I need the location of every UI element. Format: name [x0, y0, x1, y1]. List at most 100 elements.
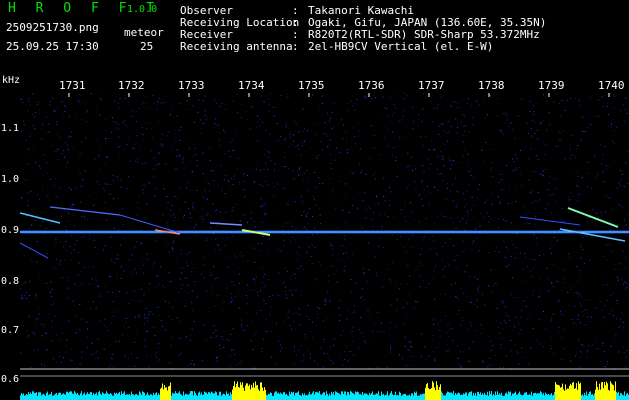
noise-speck: [161, 362, 163, 364]
noise-speck: [231, 235, 233, 237]
signal-bar: [462, 394, 463, 400]
noise-speck: [571, 319, 573, 320]
signal-bar: [298, 391, 299, 400]
noise-speck: [143, 317, 145, 319]
noise-speck: [196, 221, 198, 223]
noise-speck: [443, 265, 445, 267]
noise-speck: [299, 324, 301, 326]
noise-speck: [48, 313, 50, 315]
noise-speck: [312, 196, 314, 197]
noise-speck: [66, 220, 68, 222]
noise-speck: [121, 208, 123, 210]
noise-speck: [581, 130, 583, 132]
signal-bar: [380, 395, 381, 400]
noise-speck: [392, 235, 394, 236]
signal-bar: [617, 392, 618, 400]
noise-speck: [225, 295, 227, 297]
signal-bar: [291, 391, 292, 400]
noise-speck: [148, 304, 150, 306]
noise-speck: [501, 189, 503, 191]
noise-speck: [41, 212, 43, 214]
noise-speck: [202, 173, 204, 175]
signal-bar: [39, 392, 40, 400]
noise-speck: [294, 350, 295, 352]
noise-speck: [95, 307, 97, 309]
signal-bar: [487, 391, 488, 400]
noise-speck: [143, 323, 145, 324]
noise-speck: [122, 121, 124, 123]
noise-speck: [555, 178, 557, 180]
signal-bar: [470, 391, 471, 400]
noise-speck: [69, 206, 71, 208]
signal-bar: [300, 395, 301, 400]
noise-speck: [623, 281, 625, 283]
noise-speck: [307, 222, 309, 224]
noise-speck: [314, 360, 316, 362]
noise-speck: [379, 287, 381, 289]
signal-bar: [511, 395, 512, 400]
noise-speck: [362, 200, 364, 202]
noise-speck: [115, 122, 117, 124]
noise-speck: [33, 117, 35, 119]
noise-speck: [482, 148, 483, 150]
noise-speck: [625, 235, 627, 237]
noise-speck: [333, 338, 335, 340]
signal-bar: [440, 384, 441, 400]
noise-speck: [477, 278, 479, 280]
noise-speck: [503, 240, 505, 242]
noise-speck: [568, 253, 569, 255]
signal-bar: [106, 391, 107, 400]
noise-speck: [286, 202, 288, 204]
noise-speck: [223, 129, 224, 131]
noise-speck: [516, 351, 518, 353]
noise-speck: [333, 236, 335, 238]
noise-speck: [444, 242, 446, 244]
noise-speck: [347, 257, 349, 259]
noise-speck: [352, 341, 354, 342]
signal-bar: [475, 392, 476, 400]
noise-speck: [315, 204, 317, 206]
noise-speck: [50, 130, 51, 132]
signal-bar: [559, 385, 560, 400]
noise-speck: [577, 145, 579, 146]
noise-speck: [98, 146, 100, 148]
noise-speck: [167, 243, 169, 245]
noise-speck: [379, 330, 381, 332]
noise-speck: [113, 300, 115, 302]
noise-speck: [179, 320, 180, 322]
noise-speck: [395, 284, 397, 286]
noise-speck: [477, 227, 479, 229]
noise-speck: [68, 320, 70, 322]
noise-speck: [267, 184, 269, 186]
noise-speck: [586, 172, 588, 174]
noise-speck: [173, 240, 175, 242]
noise-speck: [608, 125, 609, 127]
noise-speck: [345, 183, 347, 185]
noise-speck: [137, 161, 139, 163]
signal-bar: [538, 393, 539, 400]
noise-speck: [613, 94, 615, 96]
noise-speck: [488, 215, 490, 217]
noise-speck: [290, 136, 291, 138]
noise-speck: [429, 201, 431, 203]
signal-bar: [372, 391, 373, 400]
signal-bar: [275, 391, 276, 400]
noise-speck: [223, 347, 225, 348]
noise-speck: [120, 179, 122, 181]
signal-bar: [604, 381, 605, 400]
noise-speck: [408, 184, 410, 186]
noise-speck: [298, 148, 300, 150]
noise-speck: [395, 107, 396, 109]
noise-speck: [422, 164, 424, 166]
noise-speck: [239, 219, 241, 221]
noise-speck: [302, 130, 304, 132]
signal-bar: [414, 391, 415, 400]
noise-speck: [469, 275, 471, 277]
noise-speck: [210, 336, 211, 338]
signal-bar: [448, 391, 449, 400]
noise-speck: [118, 124, 120, 125]
noise-speck: [290, 241, 292, 242]
noise-speck: [36, 104, 38, 106]
noise-speck: [548, 112, 550, 114]
noise-speck: [223, 301, 225, 303]
